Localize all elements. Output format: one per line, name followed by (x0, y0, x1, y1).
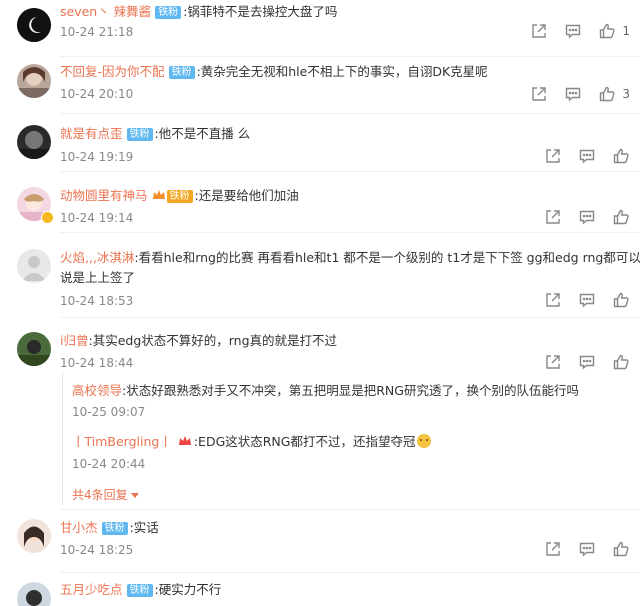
username-link[interactable]: 不回复-因为你不配 (60, 64, 165, 79)
more-replies-label: 共4条回复 (72, 488, 128, 502)
comment-item: 五月少吃点 铁粉:硬实力不行 (0, 572, 640, 606)
share-icon[interactable] (544, 353, 562, 371)
comment-icon[interactable] (578, 540, 596, 558)
comment-item: 就是有点歪 铁粉:他不是不直播 么 10-24 19:19 (0, 113, 640, 170)
comment-line: 甘小杰 铁粉:实话 (60, 520, 159, 536)
comment-line: 火焰,,,冰淇淋:看看hle和rng的比赛 再看看hle和t1 都不是一个级别的… (60, 250, 640, 266)
like-icon[interactable] (598, 22, 616, 40)
avatar[interactable] (17, 332, 51, 366)
comment-line: 不回复-因为你不配 铁粉:黄杂完全无视和hle不相上下的事实，自诩DK克星呢 (60, 64, 488, 80)
share-icon[interactable] (544, 540, 562, 558)
username-link[interactable]: i归曾 (60, 333, 88, 348)
action-bar (528, 147, 630, 165)
share-icon[interactable] (544, 208, 562, 226)
reply-text: :状态好跟熟悉对手又不冲突，第五把明显是把RNG研究透了，换个别的队伍能行吗 (122, 383, 579, 398)
comment-item: 不回复-因为你不配 铁粉:黄杂完全无视和hle不相上下的事实，自诩DK克星呢 10… (0, 56, 640, 112)
like-count: 1 (622, 24, 630, 38)
like-icon[interactable] (612, 540, 630, 558)
username-link[interactable]: 就是有点歪 (60, 126, 123, 141)
like-icon[interactable] (612, 147, 630, 165)
chevron-down-icon (130, 493, 139, 498)
like-count: 3 (622, 87, 630, 101)
timestamp: 10-24 19:14 (60, 211, 134, 225)
username-link[interactable]: seven丶 辣舞酱 (60, 4, 151, 19)
comment-icon[interactable] (564, 22, 582, 40)
username-link[interactable]: 甘小杰 (60, 520, 98, 535)
comment-text: :实话 (129, 520, 159, 535)
share-icon[interactable] (544, 291, 562, 309)
crying-emoji-icon (417, 434, 432, 448)
more-replies-link[interactable]: 共4条回复 (72, 486, 139, 503)
like-icon[interactable] (598, 85, 616, 103)
comment-item: 动物圆里有神马 铁粉:还是要给他们加油 10-24 19:14 (0, 171, 640, 228)
action-bar (528, 208, 630, 226)
comment-item: 甘小杰 铁粉:实话 10-24 18:25 (0, 509, 640, 571)
comment-item: 火焰,,,冰淇淋:看看hle和rng的比赛 再看看hle和t1 都不是一个级别的… (0, 232, 640, 312)
username-link[interactable]: 火焰,,,冰淇淋 (60, 250, 134, 265)
avatar[interactable] (17, 519, 51, 553)
fan-badge: 铁粉 (166, 190, 193, 203)
comment-text: :看看hle和rng的比赛 再看看hle和t1 都不是一个级别的 t1才是下下签… (134, 250, 640, 265)
reply-line: 高校领导:状态好跟熟悉对手又不冲突，第五把明显是把RNG研究透了，换个别的队伍能… (72, 383, 579, 399)
comment-icon[interactable] (578, 147, 596, 165)
comment-icon[interactable] (578, 208, 596, 226)
action-bar: 1 (514, 22, 630, 40)
comment-icon[interactable] (564, 85, 582, 103)
fan-badge: 铁粉 (168, 66, 195, 79)
like-icon[interactable] (612, 208, 630, 226)
reply-username-link[interactable]: 高校领导 (72, 383, 122, 398)
action-bar (528, 291, 630, 309)
crown-icon (178, 436, 191, 445)
avatar[interactable] (17, 125, 51, 159)
like-icon[interactable] (612, 291, 630, 309)
reply-line: 丨TimBergling丨 :EDG这状态RNG都打不过，还指望夺冠 (72, 434, 432, 450)
reply-username-link[interactable]: 丨TimBergling丨 (72, 434, 172, 449)
timestamp: 10-24 20:10 (60, 87, 134, 101)
timestamp: 10-24 19:19 (60, 150, 134, 164)
timestamp: 10-24 18:44 (60, 356, 134, 370)
share-icon[interactable] (544, 147, 562, 165)
comment-text: :他不是不直播 么 (154, 126, 251, 141)
avatar[interactable] (17, 582, 51, 606)
avatar[interactable] (17, 249, 51, 283)
fan-badge: 铁粉 (126, 584, 153, 597)
verified-icon (41, 211, 54, 224)
comment-text: :硬实力不行 (154, 582, 222, 597)
comment-line: 动物圆里有神马 铁粉:还是要给他们加油 (60, 188, 299, 204)
comment-icon[interactable] (578, 353, 596, 371)
comment-line: 就是有点歪 铁粉:他不是不直播 么 (60, 126, 250, 142)
comment-text: 说是上上签了 (60, 270, 136, 285)
like-icon[interactable] (612, 353, 630, 371)
action-bar: 3 (514, 85, 630, 103)
share-icon[interactable] (530, 85, 548, 103)
username-link[interactable]: 五月少吃点 (60, 582, 123, 597)
timestamp: 10-24 18:53 (60, 294, 134, 308)
comment-text: :锅菲特不是去操控大盘了吗 (183, 4, 338, 19)
comment-text: :还是要给他们加油 (194, 188, 299, 203)
reply-timestamp: 10-24 20:44 (72, 457, 146, 471)
crown-icon (152, 190, 165, 199)
timestamp: 10-24 21:18 (60, 25, 134, 39)
comment-line: 说是上上签了 (60, 270, 135, 286)
comment-icon[interactable] (578, 291, 596, 309)
reply-timestamp: 10-25 09:07 (72, 405, 146, 419)
reply-text: :EDG这状态RNG都打不过，还指望夺冠 (193, 434, 416, 449)
comment-item: seven丶 辣舞酱 铁粉:锅菲特不是去操控大盘了吗 10-24 21:18 1 (0, 0, 640, 56)
fan-badge: 铁粉 (155, 6, 182, 19)
action-bar (528, 540, 630, 558)
share-icon[interactable] (530, 22, 548, 40)
avatar[interactable] (17, 64, 51, 98)
comment-text: :其实edg状态不算好的，rng真的就是打不过 (88, 333, 338, 348)
comment-text: :黄杂完全无视和hle不相上下的事实，自诩DK克星呢 (196, 64, 488, 79)
fan-badge: 铁粉 (126, 128, 153, 141)
comment-line: seven丶 辣舞酱 铁粉:锅菲特不是去操控大盘了吗 (60, 4, 337, 20)
comment-line: i归曾:其实edg状态不算好的，rng真的就是打不过 (60, 333, 337, 349)
fan-badge: 铁粉 (101, 522, 128, 535)
avatar[interactable] (17, 8, 51, 42)
comment-line: 五月少吃点 铁粉:硬实力不行 (60, 582, 221, 598)
action-bar (528, 353, 630, 371)
username-link[interactable]: 动物圆里有神马 (60, 188, 148, 203)
timestamp: 10-24 18:25 (60, 543, 134, 557)
